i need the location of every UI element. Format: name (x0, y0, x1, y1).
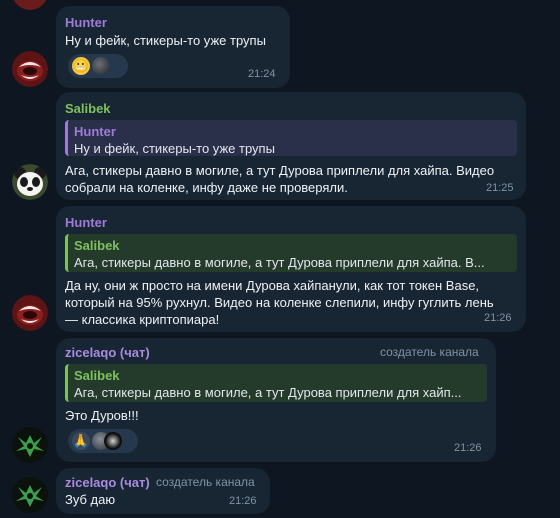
sticker-thumbnail[interactable] (104, 432, 122, 450)
sender-name[interactable]: Hunter (65, 15, 107, 30)
sender-name[interactable]: zicelaqo (чат) (65, 345, 150, 360)
sender-name[interactable]: zicelaqo (чат) (65, 475, 150, 490)
reply-text: Ага, стикеры давно в могиле, а тут Дуров… (74, 385, 462, 400)
reactions-bar[interactable]: 😬 (68, 54, 128, 78)
message-bubble-4[interactable]: zicelaqo (чат) создатель канала Salibek … (56, 338, 496, 462)
message-text-line-3: — классика криптопиара! (65, 312, 220, 327)
message-time: 21:26 (484, 312, 512, 324)
reply-text: Ага, стикеры давно в могиле, а тут Дуров… (74, 255, 485, 270)
message-text-line-2: собрали на коленке, инфу даже не проверя… (65, 180, 348, 195)
message-time: 21:24 (248, 68, 276, 80)
avatar-salibek[interactable] (12, 164, 48, 200)
avatar-zicelaqo[interactable] (12, 427, 48, 463)
message-text-line-2: который на 95% рухнул. Видео на коленке … (65, 295, 494, 310)
message-text: Зуб даю (65, 492, 116, 507)
message-text: Это Дуров!!! (65, 408, 139, 423)
sender-name[interactable]: Hunter (65, 215, 107, 230)
message-time: 21:25 (486, 182, 514, 194)
message-text-line-1: Ага, стикеры давно в могиле, а тут Дуров… (65, 163, 495, 178)
grimacing-face-emoji[interactable]: 😬 (72, 57, 90, 75)
message-bubble-3[interactable]: Hunter Salibek Ага, стикеры давно в моги… (56, 206, 526, 332)
reply-sender: Hunter (74, 124, 116, 139)
sender-name[interactable]: Salibek (65, 101, 111, 116)
folded-hands-emoji[interactable]: 🙏 (72, 432, 90, 450)
reply-quote[interactable]: Salibek Ага, стикеры давно в могиле, а т… (65, 234, 517, 272)
reactions-bar[interactable]: 🙏 (68, 429, 138, 453)
admin-badge: создатель канала (156, 475, 255, 489)
sticker-thumbnail[interactable] (92, 57, 110, 75)
reply-text: Ну и фейк, стикеры-то уже трупы (74, 141, 275, 156)
message-time: 21:26 (454, 442, 482, 454)
reply-sender: Salibek (74, 368, 120, 383)
reply-sender: Salibek (74, 238, 120, 253)
message-bubble-1[interactable]: Hunter Ну и фейк, стикеры-то уже трупы 😬… (56, 6, 290, 88)
avatar-hunter[interactable] (12, 51, 48, 87)
avatar-hunter[interactable] (12, 295, 48, 331)
message-time: 21:26 (229, 495, 257, 507)
avatar-zicelaqo[interactable] (12, 477, 48, 513)
message-text-line-1: Да ну, они ж просто на имени Дурова хайп… (65, 278, 480, 293)
reply-quote[interactable]: Salibek Ага, стикеры давно в могиле, а т… (65, 364, 487, 402)
partial-avatar-top[interactable] (12, 0, 48, 10)
reply-quote[interactable]: Hunter Ну и фейк, стикеры-то уже трупы (65, 120, 517, 156)
admin-badge: создатель канала (380, 345, 479, 359)
message-bubble-2[interactable]: Salibek Hunter Ну и фейк, стикеры-то уже… (56, 92, 526, 200)
message-text: Ну и фейк, стикеры-то уже трупы (65, 33, 266, 48)
message-bubble-5[interactable]: zicelaqo (чат) создатель канала Зуб даю … (56, 468, 270, 514)
